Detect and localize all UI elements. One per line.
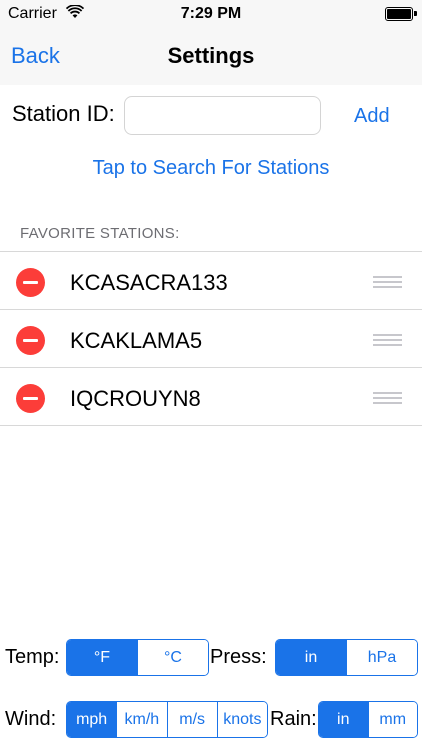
rain-option-in[interactable]: in	[319, 702, 368, 737]
rain-label: Rain:	[270, 708, 317, 730]
pressure-label: Press:	[210, 646, 267, 668]
station-name: IQCROUYN8	[70, 386, 201, 411]
reorder-handle-icon[interactable]	[373, 392, 402, 404]
reorder-handle-icon[interactable]	[373, 276, 402, 288]
favorites-header: FAVORITE STATIONS:	[20, 225, 180, 242]
list-item: IQCROUYN8	[0, 368, 422, 426]
page-title: Settings	[167, 43, 255, 68]
clock: 7:29 PM	[180, 5, 242, 22]
navigation-bar: Back Settings	[0, 29, 422, 85]
wind-option-knots[interactable]: knots	[216, 702, 267, 737]
delete-icon[interactable]	[16, 326, 45, 355]
delete-icon[interactable]	[16, 384, 45, 413]
wind-segmented-control: mph km/h m/s knots	[66, 701, 268, 738]
favorites-list: KCASACRA133 KCAKLAMA5 IQCROUYN8	[0, 251, 422, 426]
station-id-label: Station ID:	[12, 101, 115, 126]
pressure-option-hpa[interactable]: hPa	[346, 640, 417, 675]
pressure-segmented-control: in hPa	[275, 639, 418, 676]
temp-label: Temp:	[5, 646, 60, 668]
rain-option-mm[interactable]: mm	[367, 702, 417, 737]
wind-label: Wind:	[5, 708, 57, 730]
search-stations-link[interactable]: Tap to Search For Stations	[0, 157, 422, 180]
station-name: KCAKLAMA5	[70, 328, 203, 353]
add-button[interactable]: Add	[354, 105, 390, 128]
list-item: KCASACRA133	[0, 252, 422, 310]
battery-icon	[385, 7, 417, 21]
wind-option-ms[interactable]: m/s	[166, 702, 217, 737]
status-bar: Carrier 7:29 PM	[0, 0, 422, 29]
temp-option-celsius[interactable]: °C	[137, 640, 208, 675]
wind-option-mph[interactable]: mph	[67, 702, 117, 737]
reorder-handle-icon[interactable]	[373, 334, 402, 346]
station-name: KCASACRA133	[70, 270, 228, 295]
list-item: KCAKLAMA5	[0, 310, 422, 368]
wind-option-kmh[interactable]: km/h	[116, 702, 167, 737]
rain-segmented-control: in mm	[318, 701, 418, 738]
station-id-input[interactable]	[124, 96, 321, 135]
pressure-option-in[interactable]: in	[276, 640, 346, 675]
temp-segmented-control: °F °C	[66, 639, 209, 676]
temp-option-fahrenheit[interactable]: °F	[67, 640, 137, 675]
delete-icon[interactable]	[16, 268, 45, 297]
